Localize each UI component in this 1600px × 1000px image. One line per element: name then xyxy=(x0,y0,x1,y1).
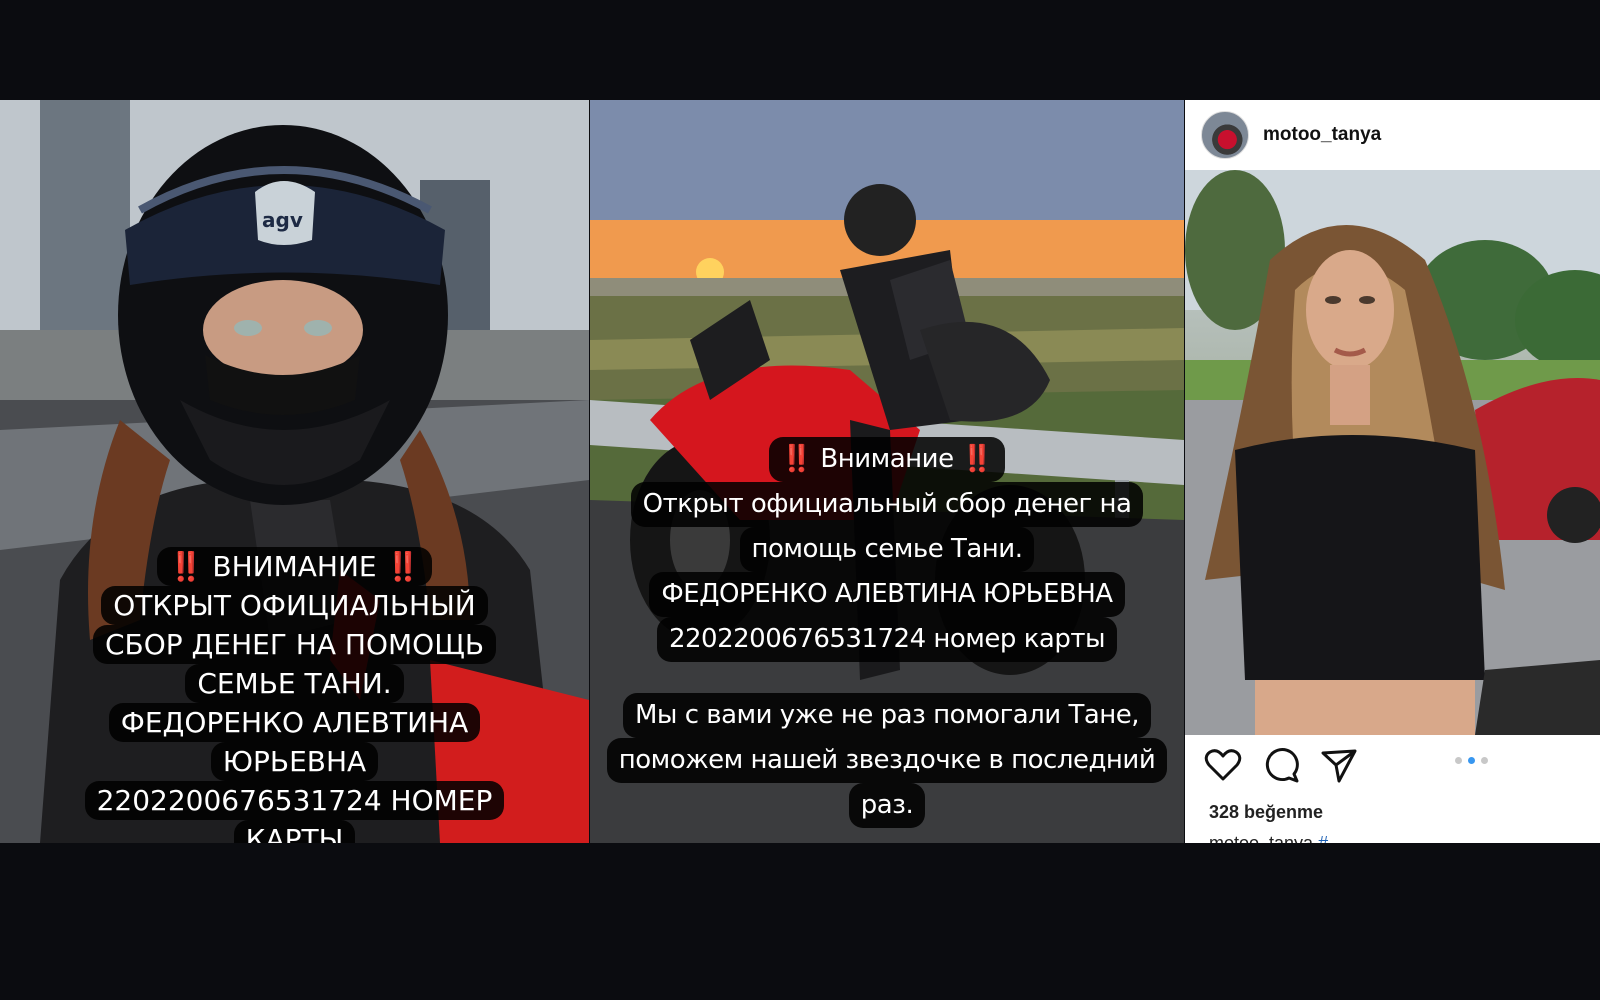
instagram-post: motoo_tanya 328 beğenme motoo_tanya # xyxy=(1185,100,1600,843)
carousel-dot xyxy=(1455,757,1462,764)
story-line: ‼️ Внимание ‼️ xyxy=(768,437,1006,482)
story-line: 2202200676531724 НОМЕР xyxy=(84,781,505,820)
story-line: ‼️ ВНИМАНИЕ ‼️ xyxy=(156,547,433,586)
caption: motoo_tanya # xyxy=(1209,833,1328,843)
story-line: раз. xyxy=(848,783,926,828)
story-line: СЕМЬЕ ТАНИ. xyxy=(185,664,404,703)
post-header: motoo_tanya xyxy=(1185,100,1600,170)
caption-username[interactable]: motoo_tanya xyxy=(1209,833,1313,843)
story-text-block-2: Мы с вами уже не раз помогали Тане, помо… xyxy=(590,693,1184,828)
woman-photo xyxy=(1185,170,1600,735)
post-photo[interactable] xyxy=(1185,170,1600,735)
story-line: Открыт официальный сбор денег на xyxy=(630,482,1144,527)
caption-hashtag[interactable]: # xyxy=(1318,833,1328,843)
username[interactable]: motoo_tanya xyxy=(1263,124,1381,146)
story-line: СБОР ДЕНЕГ НА ПОМОЩЬ xyxy=(92,625,497,664)
story-line: КАРТЫ xyxy=(233,820,356,843)
story-text-block-1: ‼️ Внимание ‼️ Открыт официальный сбор д… xyxy=(590,437,1184,662)
story-panel-left: agv ‼️ ВНИМАНИЕ ‼️ ОТКРЫТ ОФИЦИАЛЬНЫЙ СБ… xyxy=(0,100,589,843)
story-line: ФЕДОРЕНКО АЛЕВТИНА xyxy=(108,703,481,742)
comment-icon[interactable] xyxy=(1261,745,1301,785)
story-line: Мы с вами уже не раз помогали Тане, xyxy=(622,693,1152,738)
carousel-indicator xyxy=(1455,757,1488,764)
avatar[interactable] xyxy=(1201,111,1249,159)
story-line: ФЕДОРЕНКО АЛЕВТИНА ЮРЬЕВНА xyxy=(649,572,1125,617)
story-panel-middle: ‼️ Внимание ‼️ Открыт официальный сбор д… xyxy=(590,100,1184,843)
heart-icon[interactable] xyxy=(1203,745,1243,785)
helmet-logo: agv xyxy=(262,208,303,232)
carousel-dot-active xyxy=(1468,757,1475,764)
story-line: поможем нашей звездочке в последний xyxy=(606,738,1168,783)
carousel-dot xyxy=(1481,757,1488,764)
story-line: ЮРЬЕВНА xyxy=(210,742,379,781)
story-line: 2202200676531724 номер карты xyxy=(656,617,1118,662)
likes-count[interactable]: 328 beğenme xyxy=(1209,802,1323,823)
story-text-left: ‼️ ВНИМАНИЕ ‼️ ОТКРЫТ ОФИЦИАЛЬНЫЙ СБОР Д… xyxy=(0,547,589,843)
story-line: ОТКРЫТ ОФИЦИАЛЬНЫЙ xyxy=(101,586,488,625)
share-icon[interactable] xyxy=(1319,745,1359,785)
post-actions xyxy=(1185,735,1600,795)
story-line: помощь семье Тани. xyxy=(739,527,1035,572)
